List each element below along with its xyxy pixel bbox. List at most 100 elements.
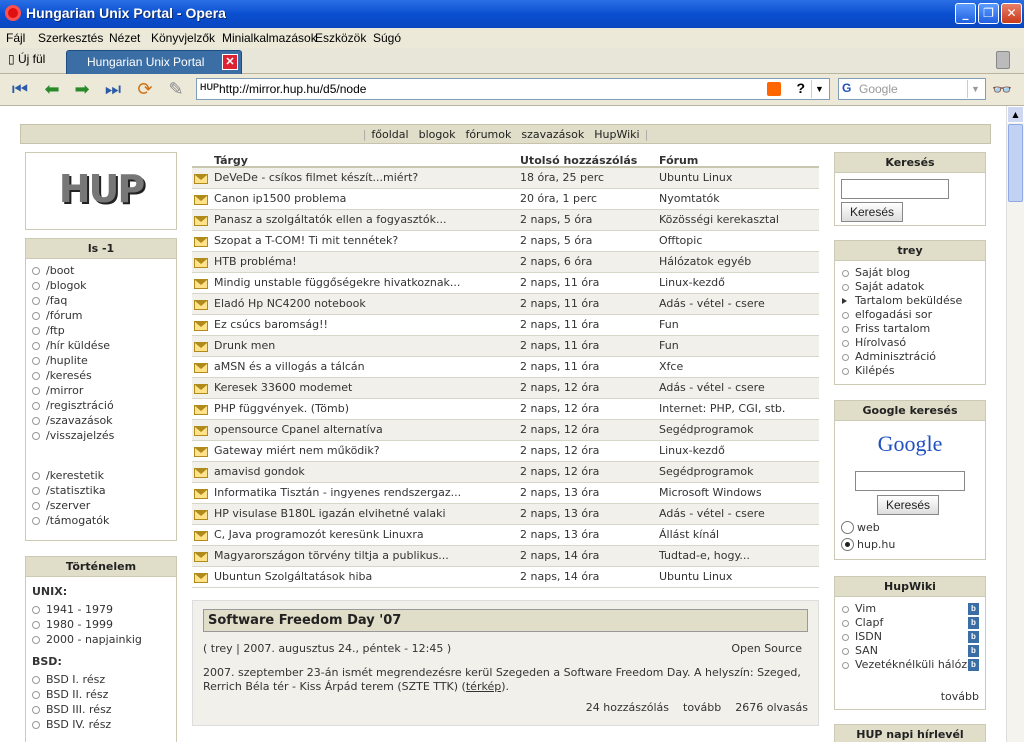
topic-link[interactable]: Panasz a szolgáltatók ellen a fogyasztók…: [214, 210, 446, 230]
history-item[interactable]: 1941 - 1979: [26, 602, 176, 617]
maximize-button[interactable]: ❐: [978, 3, 999, 24]
ls-item[interactable]: /szerver: [26, 498, 176, 513]
wiki-more-link[interactable]: tovább: [941, 690, 979, 703]
more-link[interactable]: tovább: [683, 701, 721, 714]
ls-item[interactable]: /boot: [26, 263, 176, 278]
fast-forward-icon[interactable]: ⏭: [101, 80, 125, 100]
forum-link[interactable]: Linux-kezdő: [659, 441, 725, 461]
reload-icon[interactable]: ⟳: [133, 80, 157, 100]
user-menu-item[interactable]: Saját blog: [835, 266, 985, 280]
menu-tools[interactable]: Eszközök: [315, 31, 366, 45]
forum-link[interactable]: Segédprogramok: [659, 420, 754, 440]
history-item[interactable]: 2000 - napjainkig: [26, 632, 176, 647]
minimize-button[interactable]: _: [955, 3, 976, 24]
menu-help[interactable]: Súgó: [373, 31, 401, 45]
forum-link[interactable]: Közösségi kerekasztal: [659, 210, 779, 230]
topic-link[interactable]: Szopat a T-COM! Ti mit tennétek?: [214, 231, 398, 251]
bookmark-icon[interactable]: b: [968, 659, 979, 671]
ls-item[interactable]: /statisztika: [26, 483, 176, 498]
topic-link[interactable]: Ubuntun Szolgáltatások hiba: [214, 567, 372, 587]
bookmark-icon[interactable]: b: [968, 645, 979, 657]
radio-web[interactable]: web: [835, 519, 985, 536]
radio-hup[interactable]: hup.hu: [835, 536, 985, 553]
ls-item[interactable]: /támogatók: [26, 513, 176, 528]
topic-link[interactable]: HTB probléma!: [214, 252, 297, 272]
nav-hupwiki[interactable]: HupWiki: [589, 128, 644, 141]
address-dropdown-icon[interactable]: ▼: [811, 80, 827, 98]
topic-link[interactable]: Drunk men: [214, 336, 275, 356]
ls-item[interactable]: /fórum: [26, 308, 176, 323]
topic-link[interactable]: DeVeDe - csíkos filmet készít...miért?: [214, 168, 418, 188]
forum-link[interactable]: Linux-kezdő: [659, 273, 725, 293]
ls-item[interactable]: /kerestetik: [26, 468, 176, 483]
ls-item[interactable]: /szavazások: [26, 413, 176, 428]
search-dropdown-icon[interactable]: ▼: [967, 80, 983, 98]
search-button[interactable]: Keresés: [841, 202, 904, 222]
help-icon[interactable]: ?: [796, 80, 805, 96]
article-title[interactable]: Software Freedom Day '07: [203, 609, 808, 632]
wiki-item[interactable]: SAN b: [835, 644, 985, 658]
topic-link[interactable]: Canon ip1500 problema: [214, 189, 346, 209]
topic-link[interactable]: Magyarországon törvény tiltja a publikus…: [214, 546, 449, 566]
google-search-input[interactable]: [855, 471, 965, 491]
vertical-scrollbar[interactable]: ▲: [1006, 106, 1024, 742]
topic-link[interactable]: opensource Cpanel alternatíva: [214, 420, 383, 440]
forum-link[interactable]: Xfce: [659, 357, 683, 377]
new-tab-button[interactable]: ▯ Új fül: [8, 52, 45, 66]
ls-item[interactable]: /faq: [26, 293, 176, 308]
user-menu-item[interactable]: Adminisztráció: [835, 350, 985, 364]
forum-link[interactable]: Ubuntu Linux: [659, 168, 732, 188]
ls-item[interactable]: /keresés: [26, 368, 176, 383]
ls-item[interactable]: /visszajelzés: [26, 428, 176, 443]
topic-link[interactable]: PHP függvények. (Tömb): [214, 399, 349, 419]
topic-link[interactable]: amavisd gondok: [214, 462, 305, 482]
nav-polls[interactable]: szavazások: [516, 128, 589, 141]
forum-link[interactable]: Adás - vétel - csere: [659, 294, 765, 314]
user-menu-item[interactable]: Saját adatok: [835, 280, 985, 294]
rss-icon[interactable]: [767, 82, 781, 96]
topic-link[interactable]: C, Java programozót keresünk Linuxra: [214, 525, 424, 545]
forum-link[interactable]: Fun: [659, 315, 679, 335]
ls-item[interactable]: /regisztráció: [26, 398, 176, 413]
search-field[interactable]: G Google ▼: [838, 78, 986, 100]
edit-icon[interactable]: ✎: [164, 80, 188, 100]
article-category[interactable]: Open Source: [731, 642, 802, 655]
ls-item[interactable]: /huplite: [26, 353, 176, 368]
ls-item[interactable]: /hír küldése: [26, 338, 176, 353]
history-item[interactable]: BSD III. rész: [26, 702, 176, 717]
menu-file[interactable]: Fájl: [6, 31, 25, 45]
wiki-item[interactable]: Vim b: [835, 602, 985, 616]
forward-icon[interactable]: ➡: [70, 80, 94, 100]
user-menu-item[interactable]: elfogadási sor: [835, 308, 985, 322]
forum-link[interactable]: Hálózatok egyéb: [659, 252, 751, 272]
address-bar[interactable]: HUP http://mirror.hup.hu/d5/node ? ▼: [196, 78, 830, 100]
forum-link[interactable]: Segédprogramok: [659, 462, 754, 482]
topic-link[interactable]: Mindig unstable függőségekre hivatkoznak…: [214, 273, 460, 293]
forum-link[interactable]: Ubuntu Linux: [659, 567, 732, 587]
forum-link[interactable]: Internet: PHP, CGI, stb.: [659, 399, 785, 419]
forum-link[interactable]: Állást kínál: [659, 525, 719, 545]
ls-item[interactable]: /ftp: [26, 323, 176, 338]
nav-home[interactable]: főoldal: [366, 128, 413, 141]
forum-link[interactable]: Microsoft Windows: [659, 483, 762, 503]
ls-item[interactable]: /blogok: [26, 278, 176, 293]
user-menu-item[interactable]: Tartalom beküldése: [835, 294, 985, 308]
history-item[interactable]: BSD II. rész: [26, 687, 176, 702]
bookmark-icon[interactable]: b: [968, 631, 979, 643]
wiki-item[interactable]: ISDN b: [835, 630, 985, 644]
topic-link[interactable]: Informatika Tisztán - ingyenes rendszerg…: [214, 483, 461, 503]
history-item[interactable]: 1980 - 1999: [26, 617, 176, 632]
search-input[interactable]: [841, 179, 949, 199]
forum-link[interactable]: Fun: [659, 336, 679, 356]
menu-view[interactable]: Nézet: [109, 31, 140, 45]
bookmark-icon[interactable]: b: [968, 603, 979, 615]
google-search-button[interactable]: Keresés: [877, 495, 940, 515]
map-link[interactable]: térkép: [466, 680, 501, 693]
user-menu-item[interactable]: Friss tartalom: [835, 322, 985, 336]
topic-link[interactable]: aMSN és a villogás a tálcán: [214, 357, 365, 377]
forum-link[interactable]: Offtopic: [659, 231, 702, 251]
tab-active[interactable]: Hungarian Unix Portal ✕: [66, 50, 242, 74]
topic-link[interactable]: Keresek 33600 modemet: [214, 378, 352, 398]
forum-link[interactable]: Tudtad-e, hogy...: [659, 546, 750, 566]
topic-link[interactable]: Gateway miért nem működik?: [214, 441, 380, 461]
